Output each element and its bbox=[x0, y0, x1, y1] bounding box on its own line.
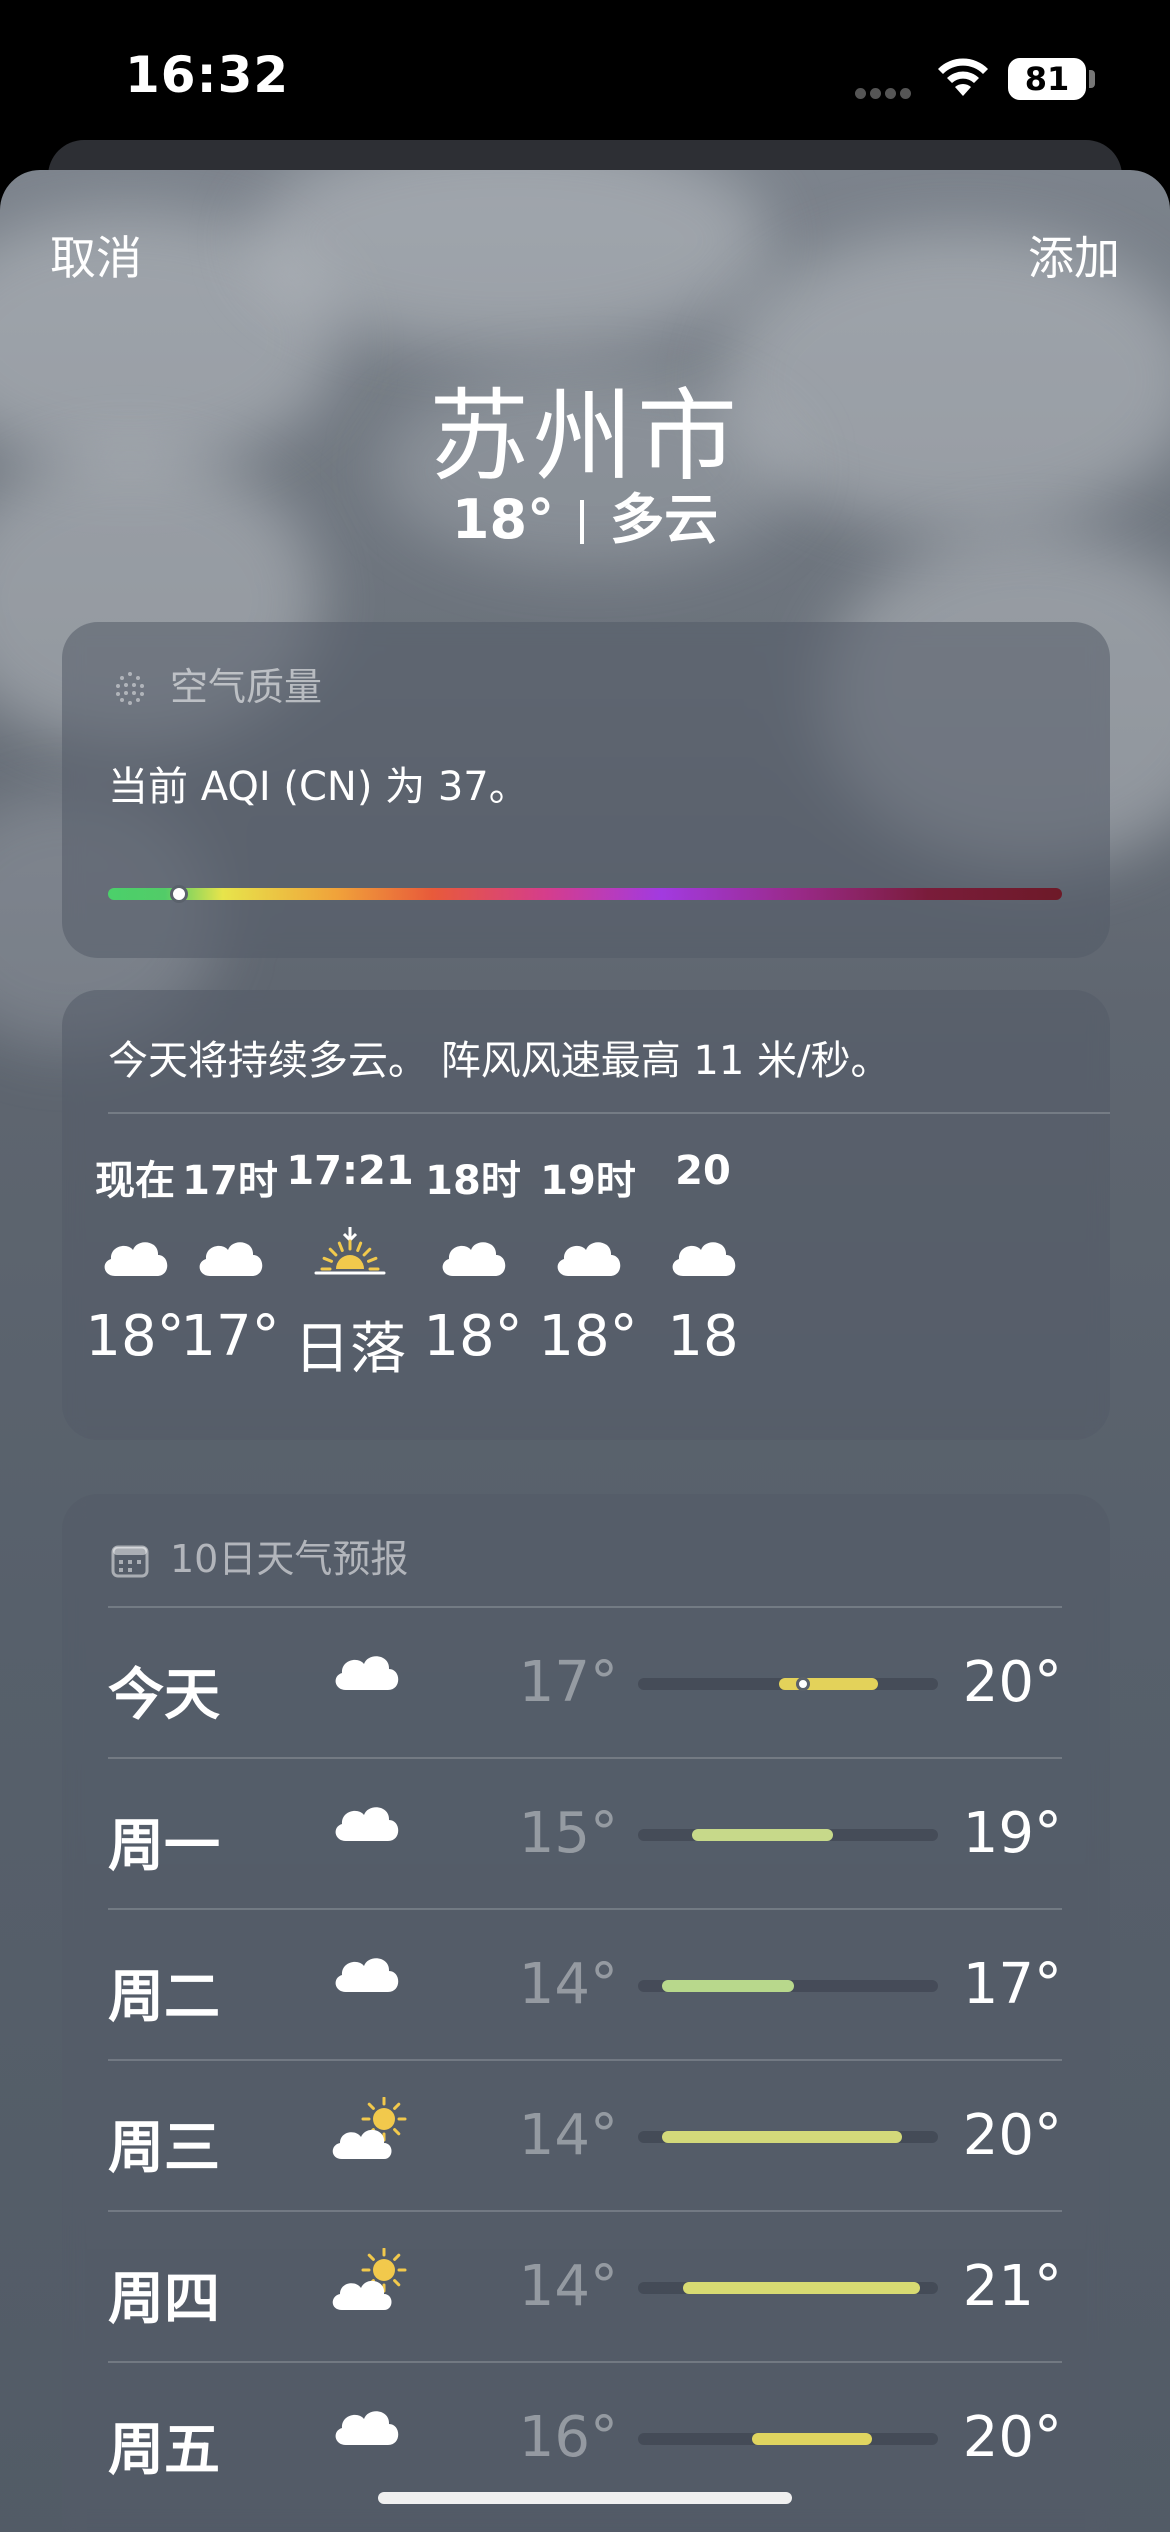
temperature-range-fill bbox=[752, 2433, 872, 2445]
temperature-range-fill bbox=[662, 2131, 902, 2143]
low-temperature: 16° bbox=[518, 2405, 618, 2470]
day-name: 周二 bbox=[108, 1965, 220, 2030]
cellular-signal-icon bbox=[855, 84, 915, 99]
high-temperature: 20° bbox=[962, 2103, 1062, 2168]
high-temperature: 20° bbox=[962, 1650, 1062, 1715]
calendar-icon bbox=[111, 1545, 149, 1578]
cloud-icon bbox=[557, 1242, 621, 1276]
high-temperature: 19° bbox=[962, 1801, 1062, 1866]
cloud-icon bbox=[335, 1958, 399, 1992]
air-quality-card[interactable]: 空气质量 当前 AQI (CN) 为 37。 bbox=[62, 622, 1110, 958]
low-temperature: 15° bbox=[518, 1801, 618, 1866]
daily-row: 周二 14° 17° bbox=[108, 1908, 1062, 2058]
high-temperature: 20° bbox=[962, 2405, 1062, 2470]
temperature-range-fill bbox=[779, 1678, 878, 1690]
aqi-description: 当前 AQI (CN) 为 37。 bbox=[108, 764, 529, 810]
weather-screen: 16:32 81 取消 添加 苏州市 18° 多云 空气质量 当前 AQI (C… bbox=[0, 0, 1170, 2532]
high-temperature: 17° bbox=[962, 1952, 1062, 2017]
cloud-icon bbox=[335, 2411, 399, 2445]
home-indicator[interactable] bbox=[378, 2492, 792, 2504]
aqi-scale-bar bbox=[108, 885, 1062, 903]
low-temperature: 14° bbox=[518, 1952, 618, 2017]
ten-day-title: 10日天气预报 bbox=[110, 1528, 408, 1583]
cancel-button[interactable]: 取消 bbox=[50, 222, 142, 288]
sunset-icon bbox=[314, 1227, 386, 1275]
daily-row: 今天 17° 20° bbox=[108, 1606, 1062, 1756]
day-name: 今天 bbox=[108, 1663, 220, 1728]
day-name: 周四 bbox=[108, 2267, 220, 2332]
current-temperature: 18° bbox=[451, 488, 555, 551]
partly-sunny-icon bbox=[332, 2247, 407, 2310]
hourly-temperature: 18 bbox=[667, 1304, 739, 1369]
hourly-item: 20 18 bbox=[618, 1148, 788, 1384]
daily-row: 周四 14° 21° bbox=[108, 2210, 1062, 2360]
temperature-range-bar bbox=[638, 2282, 938, 2294]
daily-row: 周三 14° 20° bbox=[108, 2059, 1062, 2209]
row-divider bbox=[108, 1757, 1062, 1759]
air-quality-title: 空气质量 bbox=[110, 656, 322, 711]
low-temperature: 14° bbox=[518, 2254, 618, 2319]
day-name: 周一 bbox=[108, 1814, 220, 1879]
temperature-range-bar bbox=[638, 2433, 938, 2445]
low-temperature: 17° bbox=[518, 1650, 618, 1715]
separator bbox=[580, 500, 585, 544]
day-name: 周五 bbox=[108, 2418, 220, 2483]
hourly-summary: 今天将持续多云。 阵风风速最高 11 米/秒。 bbox=[108, 1038, 891, 1084]
air-quality-title-text: 空气质量 bbox=[170, 665, 323, 709]
weather-preview-sheet: 取消 添加 苏州市 18°多云 空气质量 当前 AQI (CN) 为 37。 bbox=[0, 170, 1170, 2532]
current-condition: 多云 bbox=[610, 488, 719, 551]
wifi-icon bbox=[938, 58, 988, 96]
status-time: 16:32 bbox=[125, 46, 290, 104]
daily-row: 周五 16° 20° bbox=[108, 2361, 1062, 2511]
high-temperature: 21° bbox=[962, 2254, 1062, 2319]
hourly-time: 20 bbox=[675, 1148, 731, 1194]
air-quality-icon bbox=[116, 672, 144, 705]
row-divider bbox=[108, 1908, 1062, 1910]
cloud-icon bbox=[335, 1807, 399, 1841]
row-divider bbox=[108, 2361, 1062, 2363]
cloud-icon bbox=[672, 1242, 736, 1276]
temperature-range-fill bbox=[683, 2282, 920, 2294]
cloud-icon bbox=[199, 1242, 263, 1276]
temperature-range-bar bbox=[638, 1829, 938, 1841]
battery-indicator: 81 bbox=[1008, 58, 1086, 100]
row-divider bbox=[108, 2210, 1062, 2212]
current-conditions: 18° 多云 bbox=[0, 475, 1170, 554]
current-temp-marker bbox=[796, 1677, 810, 1691]
aqi-indicator bbox=[170, 885, 188, 903]
ten-day-forecast-card[interactable]: 10日天气预报 今天 17° 20° 周一 15° 19° 周二 14° 17° 周三 14° 20°… bbox=[62, 1494, 1110, 2532]
low-temperature: 14° bbox=[518, 2103, 618, 2168]
temperature-range-fill bbox=[662, 1980, 794, 1992]
temperature-range-fill bbox=[692, 1829, 833, 1841]
temperature-range-bar bbox=[638, 2131, 938, 2143]
temperature-range-bar bbox=[638, 1980, 938, 1992]
day-name: 周三 bbox=[108, 2116, 220, 2181]
row-divider bbox=[108, 1606, 1062, 1608]
cloud-icon bbox=[335, 1656, 399, 1690]
row-divider bbox=[108, 2059, 1062, 2061]
status-bar: 16:32 81 bbox=[0, 0, 1170, 150]
daily-row: 周一 15° 19° bbox=[108, 1757, 1062, 1907]
hourly-forecast-card[interactable]: 今天将持续多云。 阵风风速最高 11 米/秒。 现在 18° 17时 17° 17:21… bbox=[62, 990, 1110, 1440]
ten-day-title-text: 10日天气预报 bbox=[170, 1537, 409, 1581]
partly-sunny-icon bbox=[332, 2096, 407, 2159]
add-button[interactable]: 添加 bbox=[1028, 222, 1120, 288]
cloud-icon bbox=[442, 1242, 506, 1276]
temperature-range-bar bbox=[638, 1677, 938, 1691]
hourly-divider bbox=[108, 1112, 1110, 1114]
battery-tip bbox=[1089, 70, 1095, 88]
